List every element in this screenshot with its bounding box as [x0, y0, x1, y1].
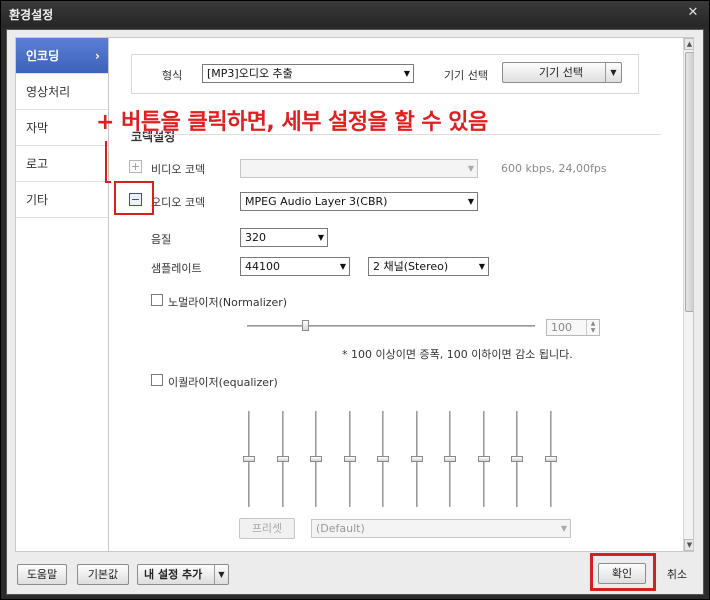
eq-knob[interactable]: [377, 456, 389, 462]
eq-band-slider[interactable]: [444, 411, 456, 507]
eq-band-slider[interactable]: [511, 411, 523, 507]
equalizer-checkbox[interactable]: [151, 374, 163, 386]
chevron-down-icon: ▼: [478, 262, 485, 271]
annotation-text: + 버튼을 클릭하면, 세부 설정을 할 수 있음: [96, 110, 488, 135]
samplerate-value: 44100: [245, 260, 280, 273]
default-button[interactable]: 기본값: [77, 564, 129, 585]
sidebar-item-logo[interactable]: 로고: [16, 146, 108, 182]
eq-band-slider[interactable]: [545, 411, 557, 507]
preset-value: (Default): [316, 522, 365, 535]
sidebar-item-video-processing[interactable]: 영상처리: [16, 74, 108, 110]
settings-window: 환경설정 ✕ 인코딩 › 영상처리 자막 로고 기타 형식 [MP3]오디오 추…: [0, 0, 710, 600]
normalizer-slider-track[interactable]: [247, 325, 535, 327]
quality-select[interactable]: 320 ▼: [240, 228, 328, 247]
device-select-button[interactable]: 기기 선택 ▼: [502, 62, 622, 83]
eq-knob[interactable]: [511, 456, 523, 462]
add-my-setting-label: 내 설정 추가: [144, 568, 203, 581]
eq-band-slider[interactable]: [243, 411, 255, 507]
annotation-highlight-ok: [590, 553, 656, 591]
video-codec-select[interactable]: ▼: [240, 159, 478, 178]
eq-band-slider[interactable]: [344, 411, 356, 507]
video-codec-info: 600 kbps, 24,00fps: [501, 162, 607, 175]
preset-button[interactable]: 프리셋: [239, 518, 295, 539]
channel-select[interactable]: 2 채널(Stereo) ▼: [368, 257, 489, 276]
samplerate-label: 샘플레이트: [151, 262, 202, 275]
eq-knob[interactable]: [243, 456, 255, 462]
chevron-down-icon: ▼: [403, 69, 410, 78]
chevron-down-icon: ▼: [317, 233, 324, 242]
sidebar-item-subtitle[interactable]: 자막: [16, 110, 108, 146]
video-codec-label: 비디오 코덱: [151, 163, 206, 176]
scroll-thumb[interactable]: [685, 52, 693, 312]
normalizer-label: 노멀라이저(Normalizer): [168, 296, 288, 309]
eq-knob[interactable]: [310, 456, 322, 462]
device-button-label: 기기 선택: [539, 66, 583, 79]
scroll-down-icon[interactable]: ▼: [684, 539, 693, 551]
content-scrollbar[interactable]: ▲ ▼: [683, 38, 693, 551]
format-select[interactable]: [MP3]오디오 추출 ▼: [202, 64, 414, 83]
chevron-down-icon: ▼: [467, 164, 474, 173]
sidebar-item-label: 자막: [26, 121, 49, 135]
channel-value: 2 채널(Stereo): [373, 260, 449, 273]
eq-knob[interactable]: [411, 456, 423, 462]
annotation-connector: [105, 181, 111, 183]
chevron-down-icon: ▼: [339, 262, 346, 271]
eq-band-slider[interactable]: [411, 411, 423, 507]
eq-knob[interactable]: [277, 456, 289, 462]
spin-arrows-icon[interactable]: ▲ ▼: [586, 320, 599, 335]
format-label: 형식: [162, 69, 183, 82]
add-my-setting-button[interactable]: 내 설정 추가 ▼: [137, 564, 229, 585]
eq-band-slider[interactable]: [377, 411, 389, 507]
preset-select[interactable]: (Default) ▼: [311, 519, 571, 538]
eq-knob[interactable]: [344, 456, 356, 462]
sidebar-item-encoding[interactable]: 인코딩 ›: [16, 38, 108, 74]
eq-knob[interactable]: [478, 456, 490, 462]
scroll-up-icon[interactable]: ▲: [684, 38, 693, 50]
chevron-down-icon: ▼: [467, 197, 474, 206]
chevron-down-icon[interactable]: ▼: [214, 565, 228, 584]
eq-knob[interactable]: [444, 456, 456, 462]
normalizer-value: 100: [551, 321, 572, 334]
eq-knob[interactable]: [545, 456, 557, 462]
sidebar: 인코딩 › 영상처리 자막 로고 기타: [15, 37, 109, 552]
audio-codec-select[interactable]: MPEG Audio Layer 3(CBR) ▼: [240, 192, 478, 211]
eq-band-slider[interactable]: [310, 411, 322, 507]
sidebar-item-label: 기타: [26, 193, 49, 207]
device-label: 기기 선택: [444, 69, 488, 82]
sidebar-item-etc[interactable]: 기타: [16, 182, 108, 218]
cancel-button[interactable]: 취소: [659, 564, 695, 585]
audio-codec-label: 오디오 코덱: [151, 196, 206, 209]
chevron-down-icon[interactable]: ▼: [605, 63, 621, 82]
title-bar: 환경설정 ✕: [1, 1, 709, 27]
sidebar-item-label: 로고: [26, 157, 49, 171]
chevron-down-icon: ▼: [560, 524, 567, 533]
equalizer-label: 이퀄라이저(equalizer): [168, 376, 278, 389]
eq-band-slider[interactable]: [478, 411, 490, 507]
format-group: 형식 [MP3]오디오 추출 ▼ 기기 선택 기기 선택 ▼: [131, 54, 639, 94]
eq-band-slider[interactable]: [277, 411, 289, 507]
normalizer-checkbox[interactable]: [151, 294, 163, 306]
sidebar-item-label: 인코딩: [26, 49, 60, 63]
audio-codec-value: MPEG Audio Layer 3(CBR): [245, 195, 388, 208]
sidebar-item-label: 영상처리: [26, 85, 71, 99]
annotation-highlight-toggle: [114, 181, 154, 215]
quality-value: 320: [245, 231, 266, 244]
help-button[interactable]: 도움말: [17, 564, 67, 585]
format-select-value: [MP3]오디오 추출: [207, 67, 293, 80]
window-title: 환경설정: [9, 8, 54, 22]
normalizer-slider-thumb[interactable]: [302, 320, 309, 331]
annotation-connector: [105, 141, 107, 183]
chevron-right-icon: ›: [95, 49, 100, 63]
quality-label: 음질: [151, 233, 172, 246]
video-codec-expand-button[interactable]: +: [129, 160, 142, 173]
normalizer-spin-input[interactable]: 100 ▲ ▼: [546, 319, 600, 336]
samplerate-select[interactable]: 44100 ▼: [240, 257, 350, 276]
normalizer-note: * 100 이상이면 증폭, 100 이하이면 감소 됩니다.: [342, 348, 573, 361]
close-icon[interactable]: ✕: [685, 5, 701, 21]
